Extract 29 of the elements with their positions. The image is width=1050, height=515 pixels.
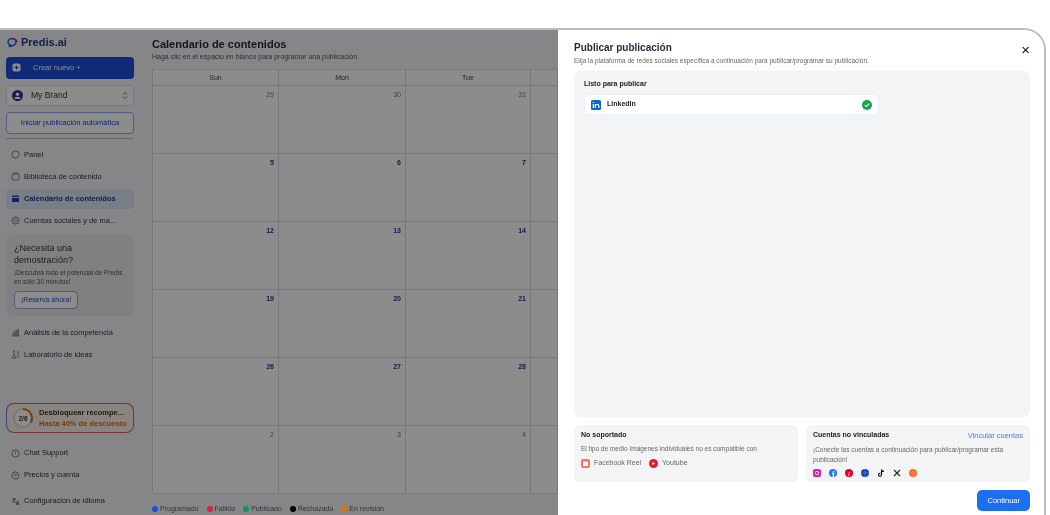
brand-select[interactable]: My Brand: [6, 84, 134, 106]
calendar-icon: [11, 194, 20, 203]
box-icon: [11, 172, 20, 181]
plus-icon: [12, 63, 21, 72]
flask-icon: [11, 349, 20, 359]
logo-text: Predis.ai: [21, 35, 67, 50]
x-mark-icon: [893, 468, 901, 477]
demo-title: ¿Necesita una demostración?: [14, 241, 75, 266]
globe-icon: [861, 468, 869, 477]
reel-icon: [581, 458, 590, 468]
circle-icon: [11, 150, 20, 159]
facebook-icon: [829, 468, 837, 477]
translate-icon: [11, 496, 20, 506]
dialog-title: Publicar publicación: [574, 42, 673, 54]
music-note-icon: [877, 468, 885, 477]
linkedin-icon: [591, 99, 601, 110]
user-avatar-icon: [12, 89, 23, 101]
bar-chart-icon: [11, 327, 20, 337]
play-icon: [649, 458, 659, 468]
page-title: Calendario de contenidos: [152, 38, 288, 52]
chevron-up-down-icon: [122, 90, 128, 100]
pinterest-icon: [845, 468, 853, 477]
camera-icon: [813, 468, 821, 477]
close-button[interactable]: ×: [1021, 42, 1030, 57]
user-circle-icon: [11, 470, 20, 480]
globe-icon: [11, 216, 20, 225]
circle-logo-icon: [909, 468, 917, 477]
clock-icon: [11, 448, 20, 458]
chat-bubble-icon: [6, 37, 18, 48]
